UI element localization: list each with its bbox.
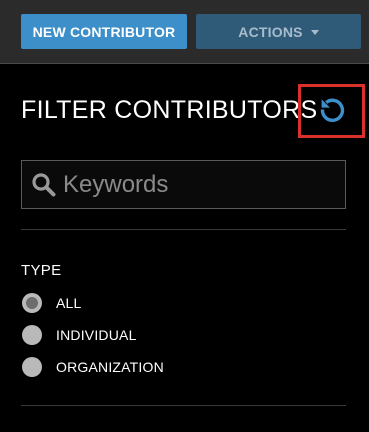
caret-down-icon [310,29,319,35]
divider [21,405,346,406]
keywords-search-field[interactable] [21,160,346,209]
radio-all[interactable] [22,293,42,313]
keywords-input[interactable] [63,170,345,199]
divider [21,229,346,230]
reset-filters-button[interactable] [298,84,365,138]
radio-individual[interactable] [22,325,42,345]
new-contributor-label: NEW CONTRIBUTOR [32,23,176,40]
radio-selected-dot [26,297,38,309]
type-option-label: INDIVIDUAL [56,327,137,343]
new-contributor-button[interactable]: NEW CONTRIBUTOR [21,14,187,49]
top-toolbar: NEW CONTRIBUTOR ACTIONS [0,0,369,64]
type-section-title: TYPE [21,262,62,279]
filter-panel-title: FILTER CONTRIBUTORS [21,96,318,124]
actions-label: ACTIONS [238,23,303,40]
type-option-label: ORGANIZATION [56,359,164,375]
reset-icon [320,98,344,122]
search-icon [31,172,57,198]
type-option-all[interactable]: ALL [22,293,82,313]
type-option-label: ALL [56,295,82,311]
type-option-individual[interactable]: INDIVIDUAL [22,325,137,345]
actions-dropdown-button[interactable]: ACTIONS [196,14,361,49]
radio-organization[interactable] [22,357,42,377]
type-option-organization[interactable]: ORGANIZATION [22,357,164,377]
